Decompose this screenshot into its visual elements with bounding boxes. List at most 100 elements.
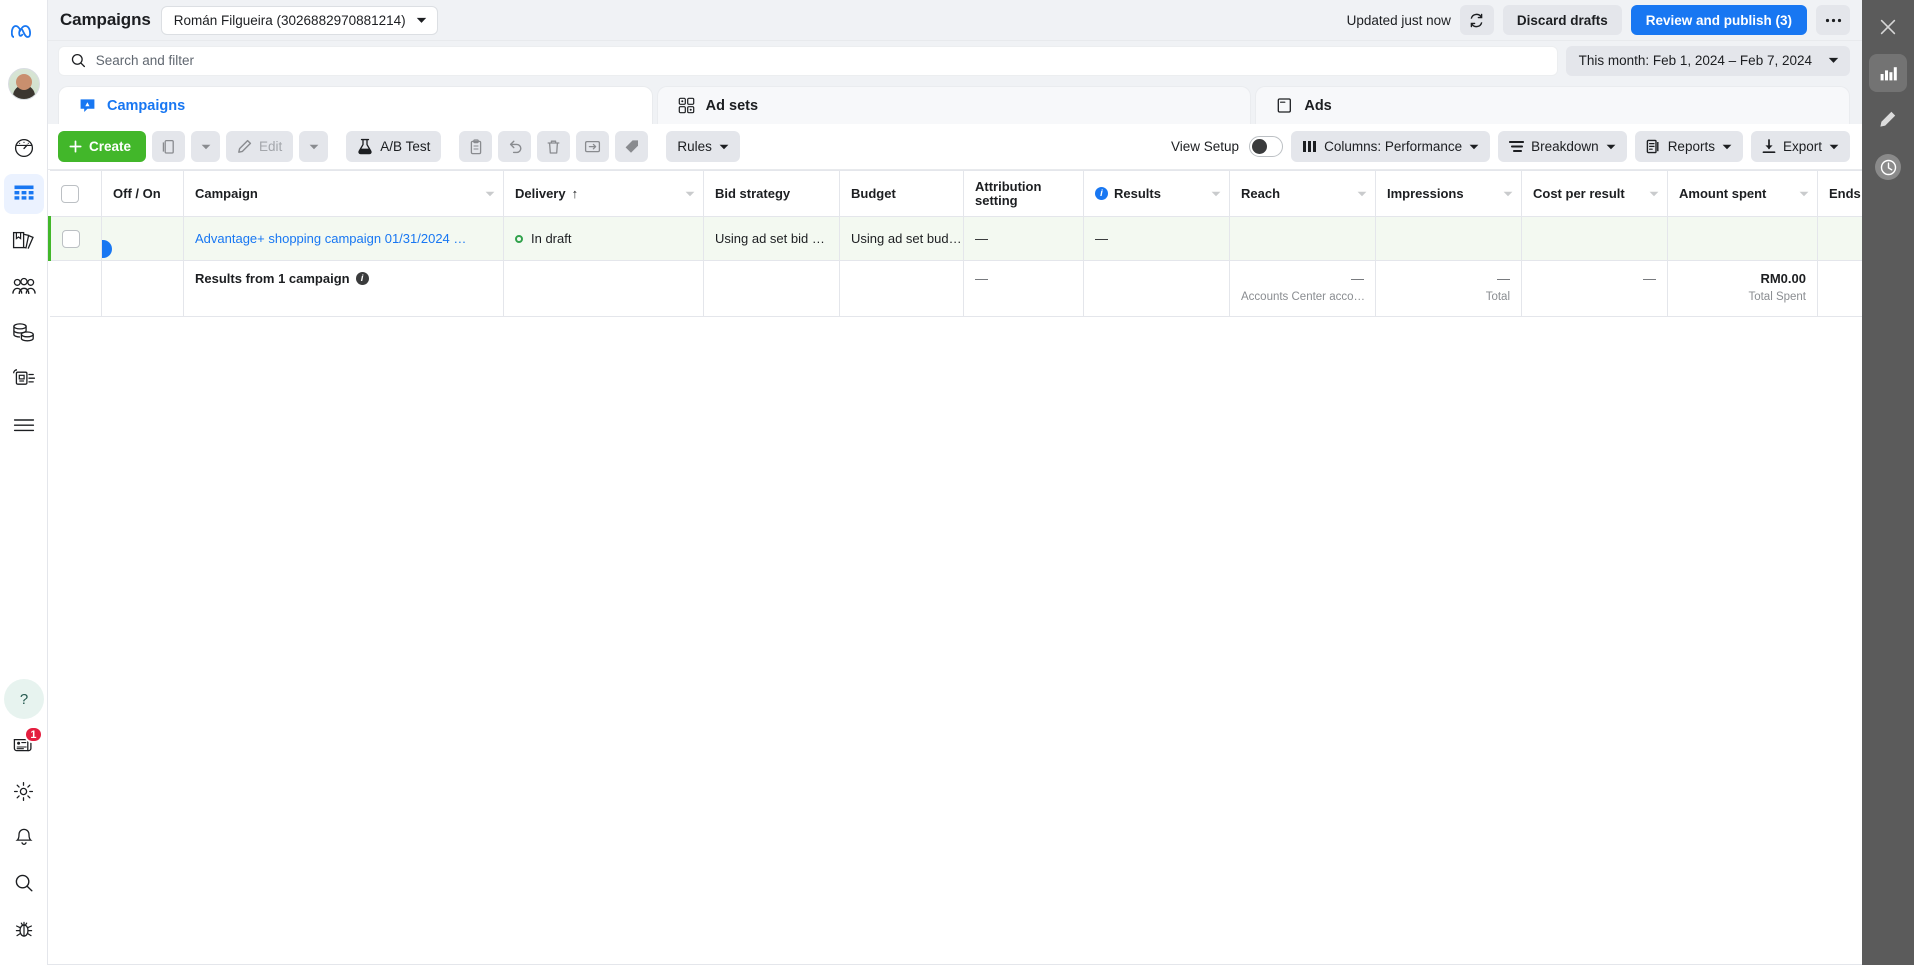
edit-dropdown-button[interactable] xyxy=(299,131,329,162)
clipboard-button[interactable] xyxy=(459,131,493,162)
col-cost-per-result[interactable]: Cost per result xyxy=(1521,170,1668,217)
duplicate-dropdown-button[interactable] xyxy=(191,131,221,162)
col-campaign[interactable]: Campaign xyxy=(183,170,504,217)
delivery-status-label: In draft xyxy=(531,231,572,246)
chevron-down-icon xyxy=(1606,144,1616,149)
table-toolbar: Create Edit A/B Test Rules View Setup Co… xyxy=(48,124,1914,170)
sidebar-item-news[interactable]: 1 xyxy=(4,725,44,765)
chevron-down-icon[interactable] xyxy=(1649,191,1659,197)
totals-impressions-cell: — Total xyxy=(1375,260,1522,317)
col-impressions[interactable]: Impressions xyxy=(1375,170,1522,217)
results-info-icon[interactable]: i xyxy=(1095,187,1108,200)
undo-button[interactable] xyxy=(498,131,532,162)
reports-button[interactable]: Reports xyxy=(1634,131,1743,162)
columns-icon xyxy=(1303,141,1317,152)
table-header-row: Off / On Campaign Delivery ↑ Bid strateg… xyxy=(49,170,1914,217)
sidebar-item-billing[interactable] xyxy=(4,312,44,352)
svg-text:?: ? xyxy=(19,691,27,708)
col-budget-label: Budget xyxy=(851,186,896,201)
col-select-all[interactable] xyxy=(49,170,102,217)
select-all-checkbox[interactable] xyxy=(60,184,79,203)
duplicate-button[interactable] xyxy=(152,131,186,162)
export-row-button[interactable] xyxy=(576,131,610,162)
tab-ads[interactable]: Ads xyxy=(1255,86,1851,124)
delete-button[interactable] xyxy=(537,131,571,162)
discard-drafts-button[interactable]: Discard drafts xyxy=(1502,5,1622,35)
columns-button-label: Columns: Performance xyxy=(1324,139,1463,154)
col-ends-label: Ends xyxy=(1829,186,1861,201)
totals-offon-cell xyxy=(101,260,184,317)
edit-panel-button[interactable] xyxy=(1869,100,1907,138)
tab-ad-sets[interactable]: Ad sets xyxy=(656,86,1252,124)
col-attribution-setting: Attribution setting xyxy=(963,170,1084,217)
edit-button[interactable]: Edit xyxy=(226,131,294,162)
col-reach[interactable]: Reach xyxy=(1229,170,1376,217)
view-setup-toggle[interactable] xyxy=(1249,136,1284,157)
clock-icon xyxy=(1880,159,1896,175)
tab-campaigns[interactable]: Campaigns xyxy=(58,86,653,124)
sidebar-item-catalog[interactable] xyxy=(4,358,44,398)
sort-ascending-icon: ↑ xyxy=(571,186,579,201)
row-checkbox[interactable] xyxy=(62,229,80,248)
col-results[interactable]: i Results xyxy=(1083,170,1230,217)
table-row[interactable]: Advantage+ shopping campaign 01/31/2024 … xyxy=(48,216,1914,261)
chevron-down-icon[interactable] xyxy=(1357,191,1367,197)
history-panel-button[interactable] xyxy=(1875,154,1901,180)
flask-icon xyxy=(358,138,372,155)
sidebar-item-audiences[interactable] xyxy=(4,266,44,306)
sidebar-item-settings[interactable] xyxy=(4,771,44,811)
export-button[interactable]: Export xyxy=(1750,131,1850,162)
chevron-down-icon[interactable] xyxy=(485,191,495,197)
tag-button[interactable] xyxy=(615,131,649,162)
chevron-down-icon[interactable] xyxy=(1503,191,1513,197)
chevron-down-icon xyxy=(416,17,426,23)
left-rail: ? 1 xyxy=(0,0,48,965)
col-delivery[interactable]: Delivery ↑ xyxy=(503,170,704,217)
totals-budget-cell xyxy=(839,260,964,317)
refresh-button[interactable] xyxy=(1459,5,1494,35)
sidebar-item-report-bug[interactable] xyxy=(4,909,44,949)
search-input[interactable] xyxy=(95,53,1545,68)
bell-icon xyxy=(14,828,33,845)
columns-button[interactable]: Columns: Performance xyxy=(1291,131,1491,162)
sidebar-item-search[interactable] xyxy=(4,863,44,903)
sidebar-item-all-tools[interactable] xyxy=(4,404,44,444)
row-offon-cell[interactable] xyxy=(101,216,184,261)
chart-bars-icon xyxy=(1880,66,1897,80)
close-panel-button[interactable] xyxy=(1869,8,1907,46)
col-amount-spent[interactable]: Amount spent xyxy=(1667,170,1818,217)
chevron-down-icon[interactable] xyxy=(685,191,695,197)
ab-test-button[interactable]: A/B Test xyxy=(346,131,442,162)
sidebar-item-help[interactable]: ? xyxy=(3,679,44,719)
review-and-publish-button[interactable]: Review and publish (3) xyxy=(1630,5,1807,35)
create-button[interactable]: Create xyxy=(58,131,147,162)
rules-button[interactable]: Rules xyxy=(666,131,740,162)
search-and-filter-box[interactable] xyxy=(58,45,1558,76)
duplicate-icon xyxy=(162,139,174,154)
search-icon xyxy=(15,874,32,892)
totals-info-icon[interactable]: i xyxy=(355,272,369,285)
sidebar-item-overview[interactable] xyxy=(4,128,44,168)
campaign-name-link[interactable]: Advantage+ shopping campaign 01/31/2024 … xyxy=(195,231,466,246)
chevron-down-icon[interactable] xyxy=(1799,191,1809,197)
meta-logo-icon[interactable] xyxy=(4,12,44,52)
charts-panel-button[interactable] xyxy=(1869,54,1907,92)
row-select-cell[interactable] xyxy=(48,216,102,261)
chevron-down-icon[interactable] xyxy=(1211,191,1221,197)
audiences-icon xyxy=(11,277,36,294)
row-reach-cell xyxy=(1229,216,1376,261)
breakdown-icon xyxy=(1509,140,1525,153)
search-icon xyxy=(71,53,86,68)
date-range-selector[interactable]: This month: Feb 1, 2024 – Feb 7, 2024 xyxy=(1565,45,1850,76)
sidebar-item-library[interactable] xyxy=(4,220,44,260)
avatar[interactable] xyxy=(7,68,40,100)
row-attribution-cell: — xyxy=(963,216,1084,261)
breakdown-button[interactable]: Breakdown xyxy=(1498,131,1627,162)
sidebar-item-campaigns[interactable] xyxy=(3,174,44,214)
row-campaign-cell[interactable]: Advantage+ shopping campaign 01/31/2024 … xyxy=(183,216,504,261)
tag-icon xyxy=(625,139,638,153)
account-selector[interactable]: Román Filgueira (3026882970881214) xyxy=(160,5,438,35)
more-options-button[interactable] xyxy=(1816,5,1850,35)
sidebar-item-notifications[interactable] xyxy=(4,817,44,857)
campaigns-table: Off / On Campaign Delivery ↑ Bid strateg… xyxy=(48,170,1914,317)
